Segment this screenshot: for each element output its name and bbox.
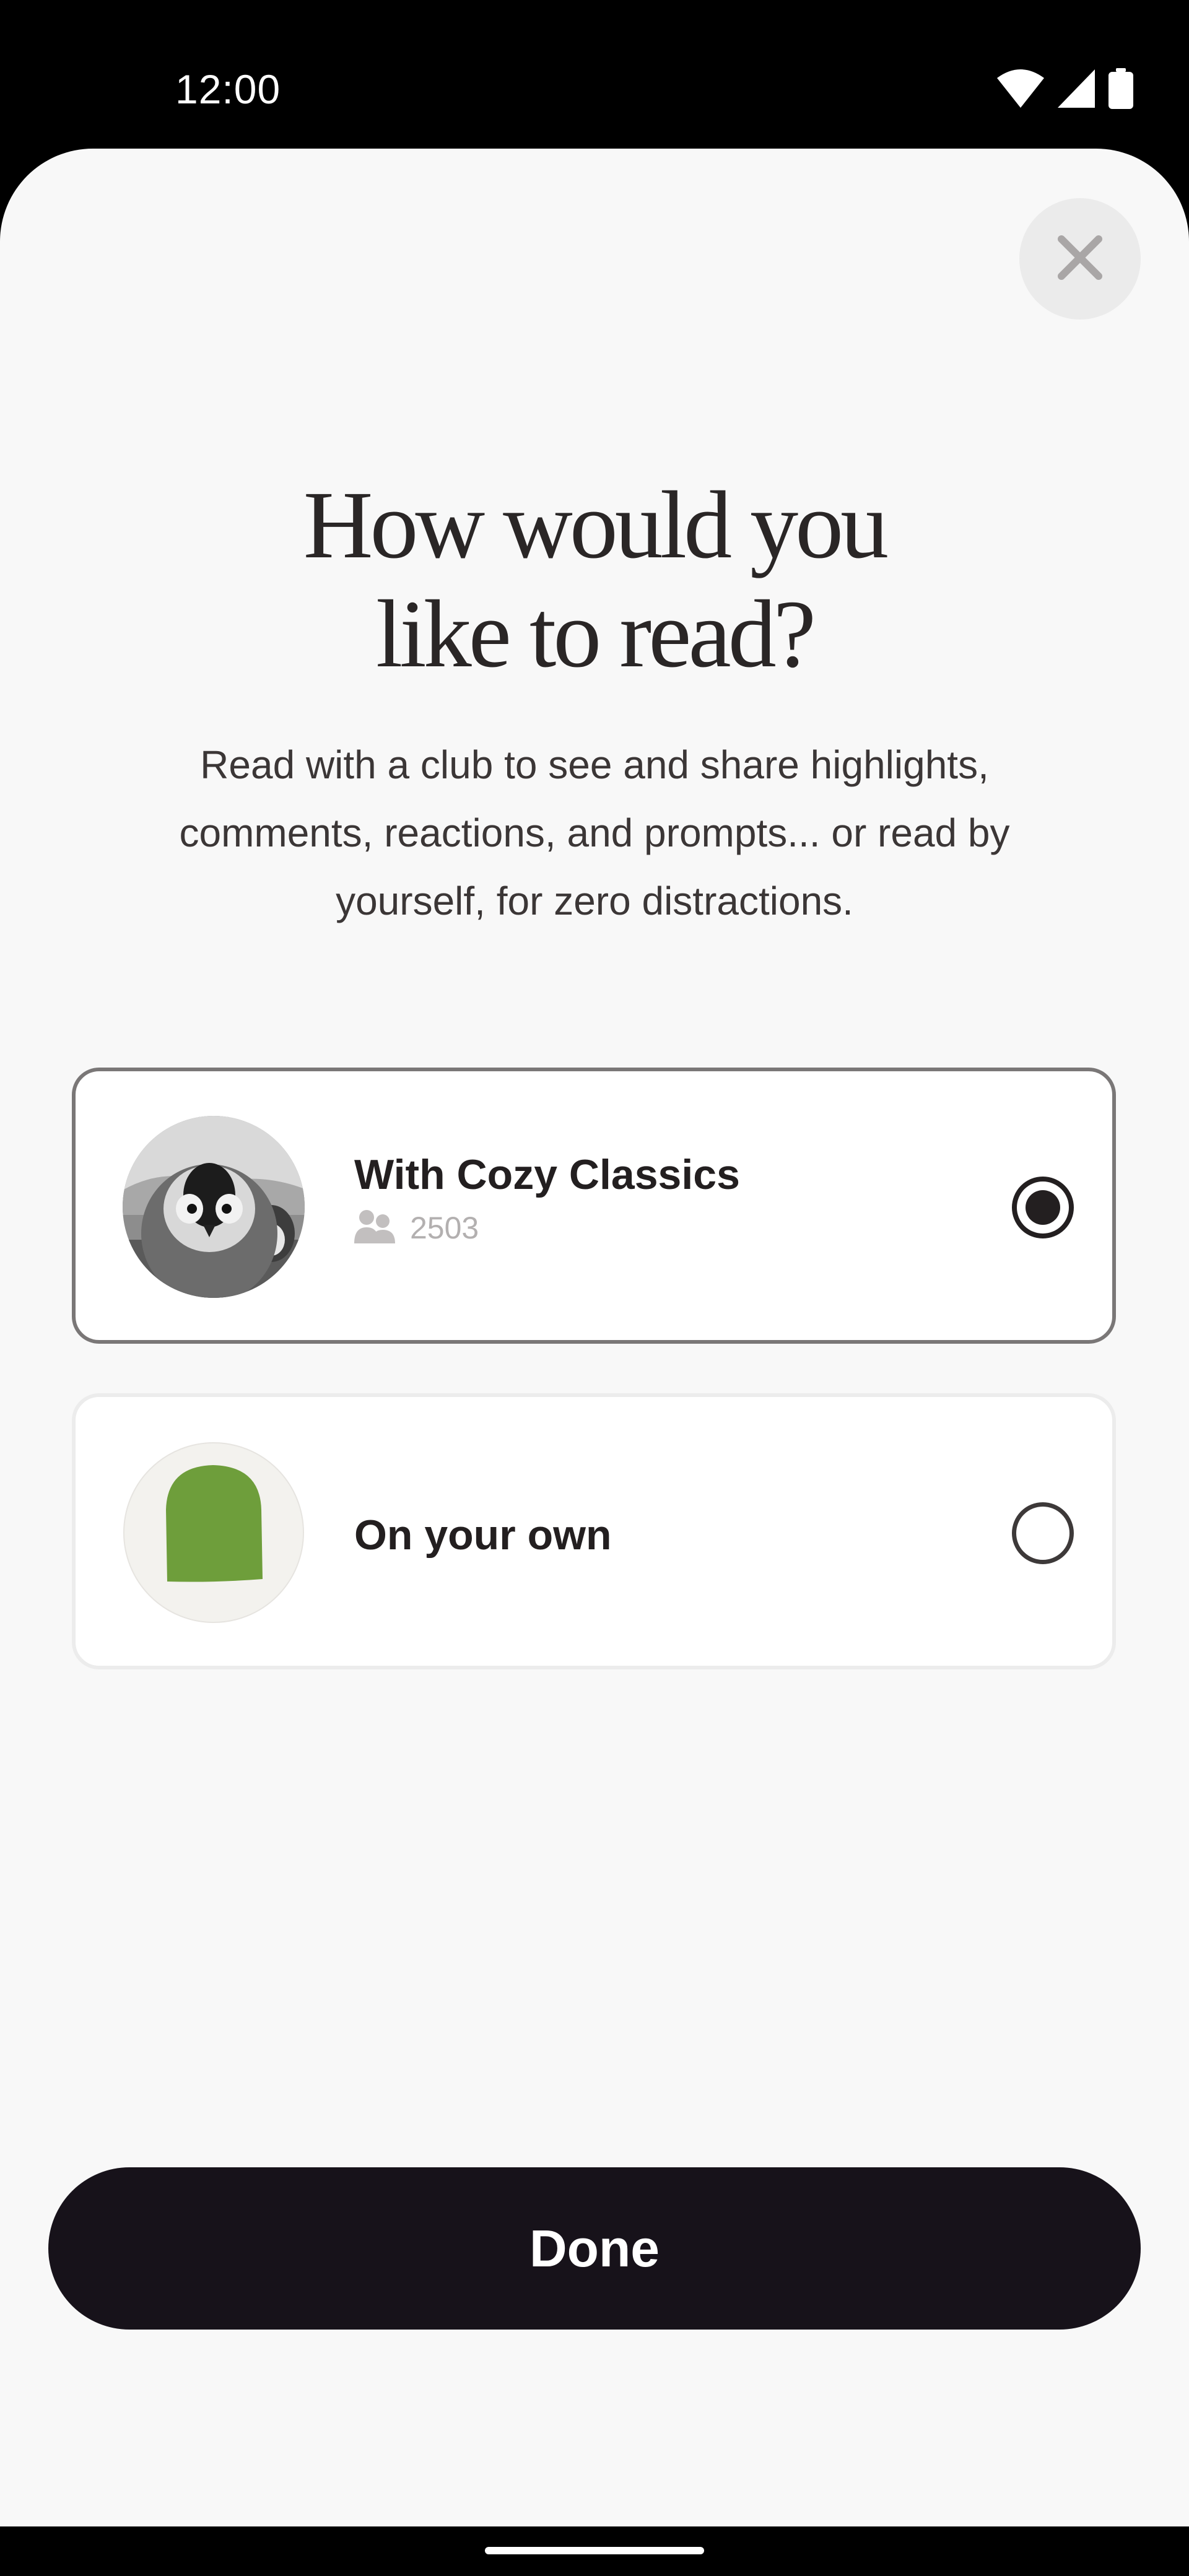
radio-unselected[interactable] xyxy=(1012,1502,1074,1564)
close-button[interactable] xyxy=(1019,198,1141,320)
status-time: 12:00 xyxy=(175,66,281,112)
penguin-photo xyxy=(123,1116,305,1298)
signal-icon xyxy=(1058,69,1095,111)
radio-selected[interactable] xyxy=(1012,1177,1074,1238)
status-icons xyxy=(997,67,1133,112)
radio-dot xyxy=(1026,1190,1060,1225)
option-title: With Cozy Classics xyxy=(354,1151,740,1198)
club-avatar xyxy=(123,1116,305,1298)
member-count: 2503 xyxy=(410,1210,479,1245)
done-button[interactable]: Done xyxy=(48,2167,1141,2330)
option-title: On your own xyxy=(354,1512,612,1559)
battery-icon xyxy=(1108,67,1133,112)
home-indicator[interactable] xyxy=(485,2547,704,2554)
read-mode-sheet: How would you like to read? Read with a … xyxy=(0,149,1189,2526)
page-title: How would you like to read? xyxy=(303,471,889,687)
status-bar: 12:00 xyxy=(0,0,1189,149)
green-shape-avatar xyxy=(123,1442,304,1623)
people-icon xyxy=(354,1209,395,1247)
close-icon xyxy=(1055,233,1105,285)
option-on-your-own[interactable]: On your own xyxy=(72,1393,1116,1669)
wifi-icon xyxy=(997,69,1044,111)
screen: 12:00 How would you like to read? Read w… xyxy=(0,0,1189,2576)
option-with-club[interactable]: With Cozy Classics 2503 xyxy=(72,1068,1116,1344)
member-count-row: 2503 xyxy=(354,1209,479,1247)
page-subtitle: Read with a club to see and share highli… xyxy=(179,742,1010,923)
solo-avatar xyxy=(123,1442,305,1624)
